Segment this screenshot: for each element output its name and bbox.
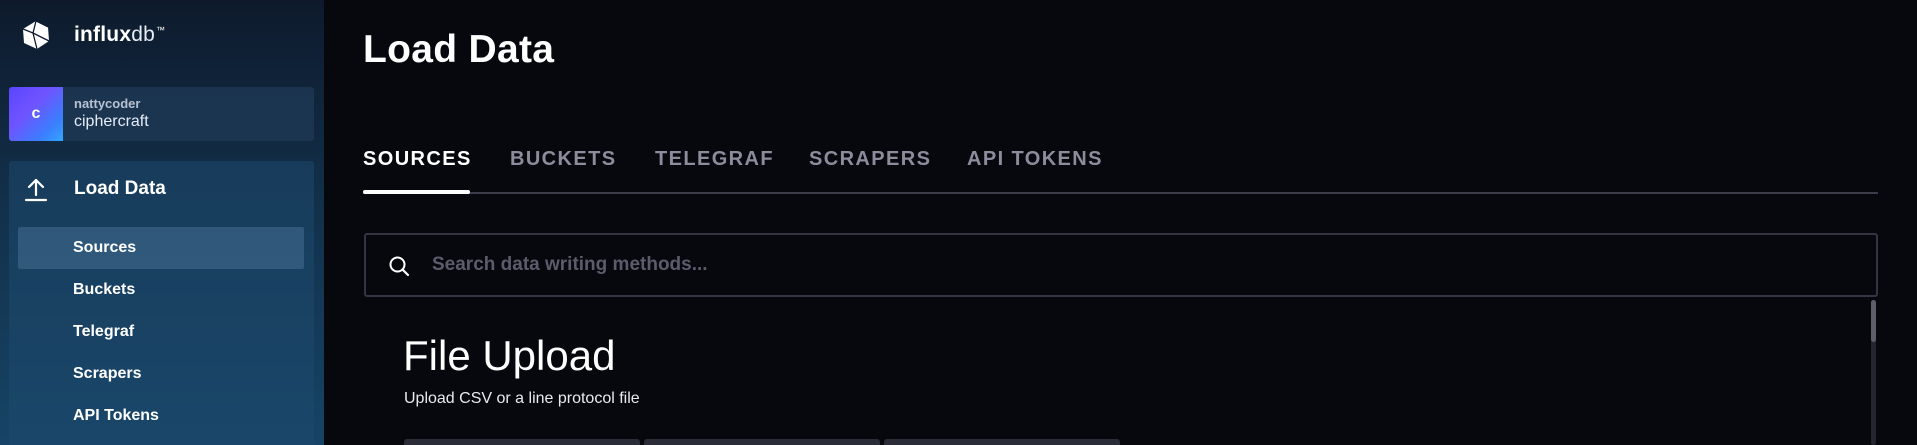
tab-bar: SOURCES BUCKETS TELEGRAF SCRAPERS API TO… xyxy=(363,146,1878,194)
section-title: File Upload xyxy=(403,332,616,379)
scrollbar[interactable] xyxy=(1871,300,1876,445)
avatar: c xyxy=(9,87,63,141)
page-title: Load Data xyxy=(363,28,555,71)
tab-buckets[interactable]: BUCKETS xyxy=(510,146,616,192)
sidebar-item-sources[interactable]: Sources xyxy=(18,227,304,269)
org-text: nattycoder ciphercraft xyxy=(74,96,149,132)
sidebar-item-api-tokens[interactable]: API Tokens xyxy=(18,395,304,437)
org-switcher[interactable]: c nattycoder ciphercraft xyxy=(9,87,314,141)
sidebar-item-buckets[interactable]: Buckets xyxy=(18,269,304,311)
scrollbar-thumb[interactable] xyxy=(1871,300,1876,342)
upload-option-card[interactable] xyxy=(404,439,640,445)
search-icon xyxy=(389,256,410,277)
upload-option-card[interactable] xyxy=(884,439,1120,445)
nav-section-label: Load Data xyxy=(74,178,166,199)
tab-scrapers[interactable]: SCRAPERS xyxy=(809,146,931,192)
influxdb-cube-icon xyxy=(22,20,50,50)
tab-sources[interactable]: SOURCES xyxy=(363,146,472,194)
upload-option-card[interactable] xyxy=(644,439,880,445)
nav-panel: Load Data Sources Buckets Telegraf Scrap… xyxy=(9,161,314,445)
sidebar-item-scrapers[interactable]: Scrapers xyxy=(18,353,304,395)
search-box xyxy=(364,233,1878,297)
sidebar-item-telegraf[interactable]: Telegraf xyxy=(18,311,304,353)
section-subtitle: Upload CSV or a line protocol file xyxy=(404,390,640,407)
brand-wordmark: influxdb™ xyxy=(74,23,166,46)
upload-icon xyxy=(24,178,48,202)
tab-api-tokens[interactable]: API TOKENS xyxy=(967,146,1103,192)
org-name: ciphercraft xyxy=(74,113,149,130)
tab-telegraf[interactable]: TELEGRAF xyxy=(655,146,774,192)
sidebar: influxdb™ c nattycoder ciphercraft Load … xyxy=(0,0,324,445)
org-user: nattycoder xyxy=(74,96,141,111)
search-input[interactable] xyxy=(432,235,1832,295)
nav-section-load-data[interactable]: Load Data xyxy=(9,161,314,217)
brand[interactable]: influxdb™ xyxy=(20,16,165,54)
